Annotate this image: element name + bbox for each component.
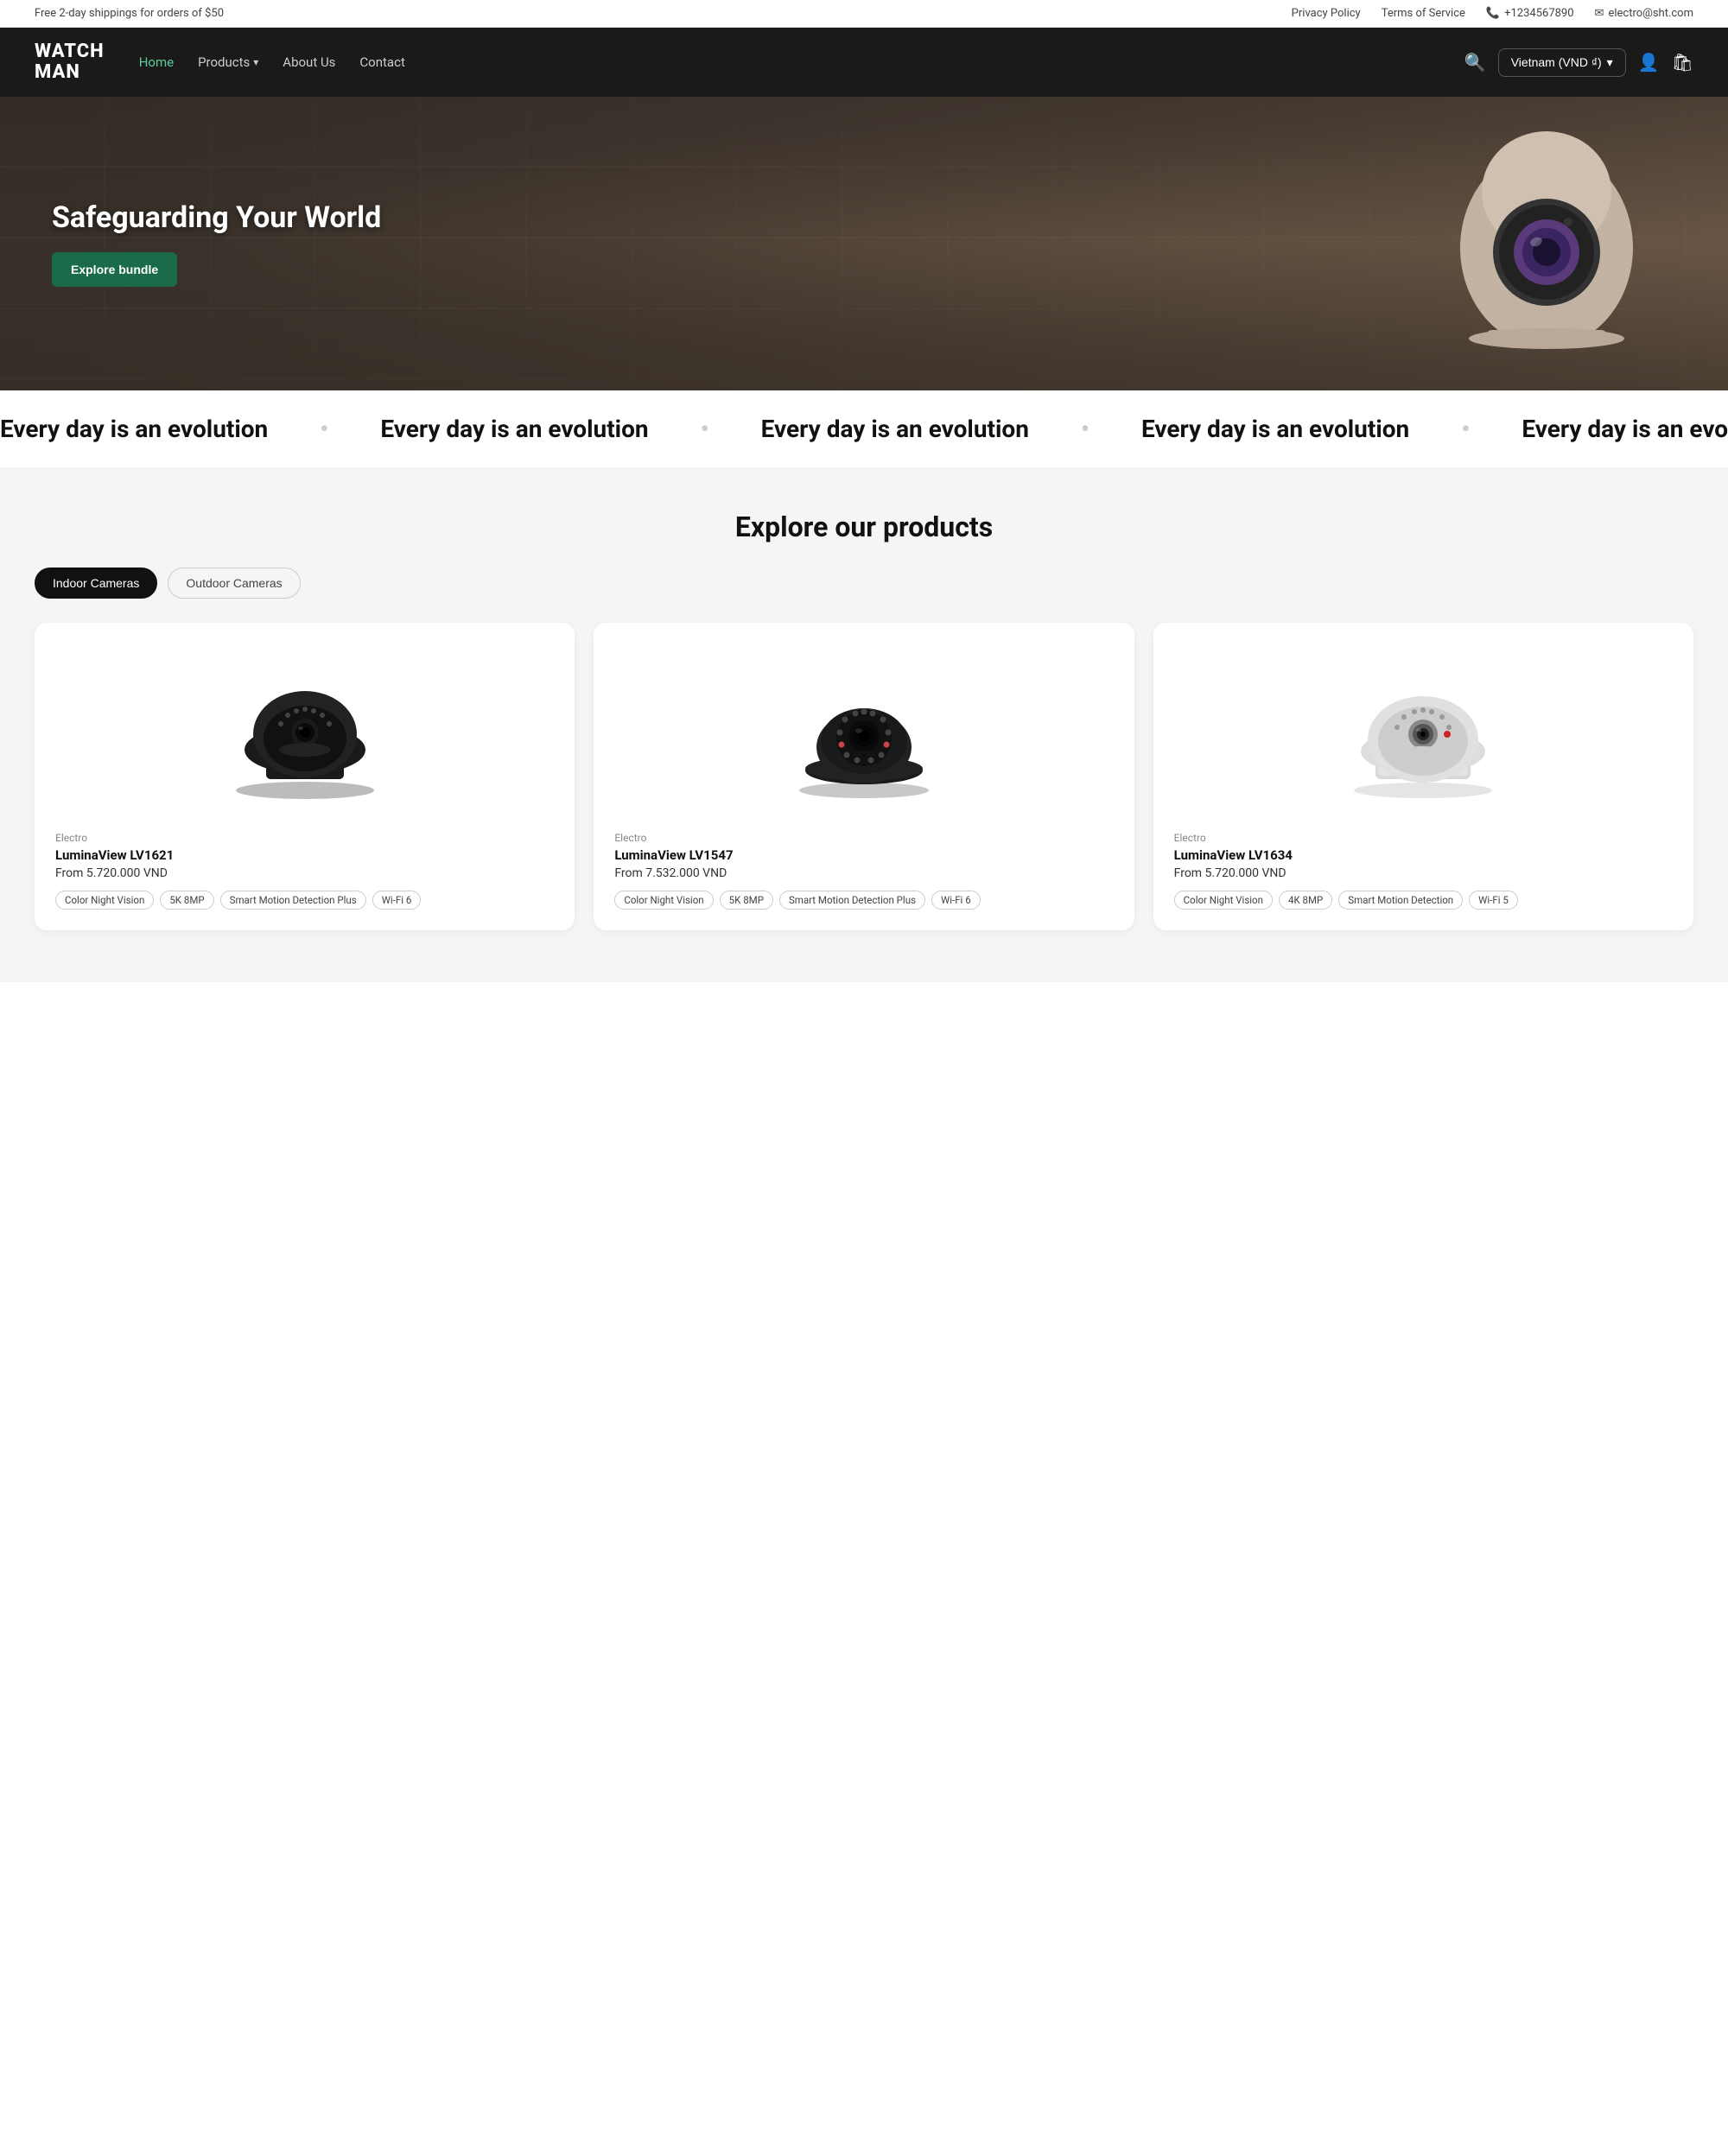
products-section-title: Explore our products (35, 510, 1693, 543)
phone-icon: 📞 (1486, 7, 1500, 20)
nav-products[interactable]: Products ▾ (198, 54, 258, 70)
explore-bundle-button[interactable]: Explore bundle (52, 252, 177, 287)
product-image-1 (55, 644, 554, 816)
product-price-2: From 7.532.000 VND (614, 866, 1113, 880)
product-brand-3: Electro (1174, 832, 1673, 844)
hero-camera-image (1434, 123, 1659, 365)
product-name-3: LuminaView LV1634 (1174, 847, 1673, 863)
marquee-text-2: Every day is an evolution (380, 415, 648, 443)
product-cam-svg-1 (219, 656, 391, 803)
camera-svg (1434, 123, 1659, 365)
tag-resolution-2: 5K 8MP (720, 891, 773, 910)
product-cam-svg-2 (778, 656, 950, 803)
search-icon[interactable]: 🔍 (1464, 52, 1486, 73)
hero-section: Safeguarding Your World Explore bundle (0, 97, 1728, 390)
top-bar: Free 2-day shippings for orders of $50 P… (0, 0, 1728, 28)
tag-wifi-1: Wi-Fi 6 (372, 891, 422, 910)
marquee-text-1: Every day is an evolution (0, 415, 268, 443)
tab-outdoor-cameras[interactable]: Outdoor Cameras (168, 568, 300, 599)
tag-motion-1: Smart Motion Detection Plus (220, 891, 366, 910)
tag-night-vision-1: Color Night Vision (55, 891, 154, 910)
product-card-1[interactable]: Electro LuminaView LV1621 From 5.720.000… (35, 623, 575, 930)
product-image-3 (1174, 644, 1673, 816)
nav-home[interactable]: Home (139, 54, 174, 70)
tag-wifi-3: Wi-Fi 5 (1469, 891, 1518, 910)
marquee-separator-2: • (701, 415, 709, 443)
nav-left: WATCH MAN Home Products ▾ About Us Conta… (35, 41, 405, 83)
nav-about[interactable]: About Us (283, 54, 335, 70)
cart-icon[interactable]: 🛍 (1672, 52, 1693, 73)
email-icon: ✉ (1595, 7, 1604, 20)
hero-content: Safeguarding Your World Explore bundle (0, 200, 381, 287)
product-image-2 (614, 644, 1113, 816)
product-card-3[interactable]: Electro LuminaView LV1634 From 5.720.000… (1153, 623, 1693, 930)
product-tags-1: Color Night Vision 5K 8MP Smart Motion D… (55, 891, 554, 910)
shipping-notice: Free 2-day shippings for orders of $50 (35, 7, 224, 20)
product-tags-2: Color Night Vision 5K 8MP Smart Motion D… (614, 891, 1113, 910)
tag-motion-3: Smart Motion Detection (1338, 891, 1463, 910)
chevron-down-icon: ▾ (1607, 55, 1613, 70)
marquee-section: Every day is an evolution • Every day is… (0, 390, 1728, 467)
product-name-2: LuminaView LV1547 (614, 847, 1113, 863)
marquee-text-4: Every day is an evolution (1141, 415, 1409, 443)
privacy-link[interactable]: Privacy Policy (1292, 7, 1361, 20)
account-icon[interactable]: 👤 (1638, 52, 1660, 73)
email-contact: ✉ electro@sht.com (1595, 7, 1693, 20)
logo[interactable]: WATCH MAN (35, 41, 105, 83)
tab-indoor-cameras[interactable]: Indoor Cameras (35, 568, 157, 599)
marquee-text-3: Every day is an evolution (761, 415, 1029, 443)
product-price-3: From 5.720.000 VND (1174, 866, 1673, 880)
tag-resolution-3: 4K 8MP (1279, 891, 1332, 910)
product-grid: Electro LuminaView LV1621 From 5.720.000… (35, 623, 1693, 930)
marquee-text-5: Every day is an evolution (1522, 415, 1728, 443)
products-section: Explore our products Indoor Cameras Outd… (0, 467, 1728, 982)
product-brand-2: Electro (614, 832, 1113, 844)
tag-resolution-1: 5K 8MP (160, 891, 213, 910)
terms-link[interactable]: Terms of Service (1382, 7, 1465, 20)
main-nav: WATCH MAN Home Products ▾ About Us Conta… (0, 28, 1728, 97)
top-bar-right: Privacy Policy Terms of Service 📞 +12345… (1292, 7, 1693, 20)
tag-night-vision-3: Color Night Vision (1174, 891, 1273, 910)
tag-wifi-2: Wi-Fi 6 (931, 891, 981, 910)
marquee-separator-4: • (1461, 415, 1470, 443)
marquee-track: Every day is an evolution • Every day is… (0, 415, 1728, 443)
nav-links: Home Products ▾ About Us Contact (139, 54, 405, 70)
currency-selector[interactable]: Vietnam (VND ₫) ▾ (1498, 48, 1626, 77)
category-tabs: Indoor Cameras Outdoor Cameras (35, 568, 1693, 599)
hero-title: Safeguarding Your World (52, 200, 381, 235)
product-cam-svg-3 (1337, 656, 1509, 803)
product-price-1: From 5.720.000 VND (55, 866, 554, 880)
chevron-down-icon: ▾ (253, 56, 258, 68)
product-name-1: LuminaView LV1621 (55, 847, 554, 863)
tag-motion-2: Smart Motion Detection Plus (779, 891, 925, 910)
nav-right: 🔍 Vietnam (VND ₫) ▾ 👤 🛍 (1464, 48, 1693, 77)
product-brand-1: Electro (55, 832, 554, 844)
marquee-separator-3: • (1081, 415, 1090, 443)
phone-contact: 📞 +1234567890 (1486, 7, 1574, 20)
product-tags-3: Color Night Vision 4K 8MP Smart Motion D… (1174, 891, 1673, 910)
marquee-separator-1: • (320, 415, 328, 443)
nav-contact[interactable]: Contact (359, 54, 404, 70)
product-card-2[interactable]: Electro LuminaView LV1547 From 7.532.000… (594, 623, 1134, 930)
tag-night-vision-2: Color Night Vision (614, 891, 713, 910)
